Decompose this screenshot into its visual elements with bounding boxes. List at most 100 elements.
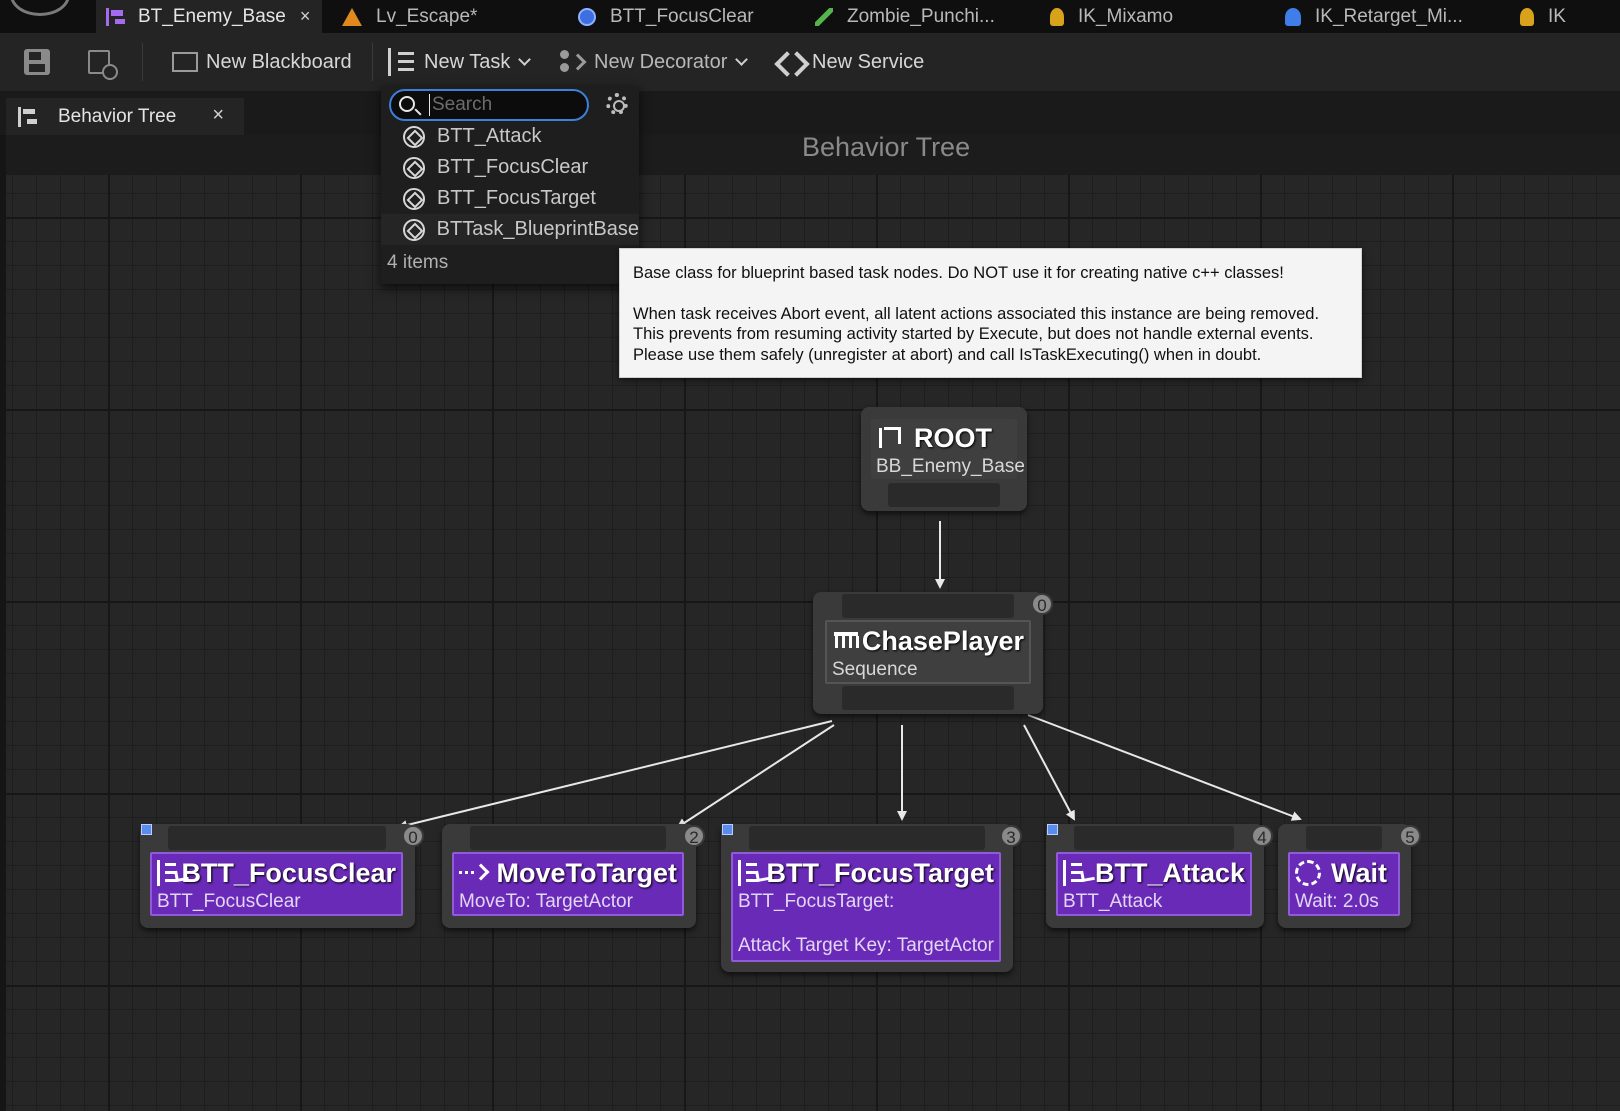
input-pin[interactable]	[470, 826, 666, 850]
menu-item-label: BTT_FocusClear	[437, 156, 589, 178]
ik-retargeter-icon	[1285, 7, 1301, 26]
search-input[interactable]	[429, 94, 579, 116]
input-pin[interactable]	[1074, 826, 1234, 850]
document-tab-bar: BT_Enemy_Base × Lv_Escape* BTT_FocusClea…	[0, 0, 1620, 33]
browse-icon	[88, 50, 118, 80]
chevron-down-icon	[735, 52, 749, 66]
menu-item-btt-attack[interactable]: BTT_Attack	[381, 121, 639, 152]
new-task-dropdown: BTT_Attack BTT_FocusClear BTT_FocusTarge…	[381, 86, 639, 284]
behavior-tree-icon	[106, 7, 125, 26]
toolbar: New Blackboard New Task New Decorator Ne…	[0, 33, 1620, 91]
engine-logo[interactable]	[10, 0, 70, 16]
movetotarget-node-body: MoveToTarget MoveTo: TargetActor	[452, 852, 684, 916]
root-node-body: ROOT BB_Enemy_Base	[871, 419, 1025, 479]
task-icon	[388, 48, 416, 76]
blueprint-flag-icon	[722, 824, 733, 835]
task-icon	[157, 860, 177, 886]
wait-icon	[1295, 860, 1321, 886]
execution-index-badge: 3	[1000, 825, 1022, 847]
search-icon	[399, 96, 415, 112]
new-task-button[interactable]: New Task	[388, 33, 532, 91]
blueprint-class-icon	[403, 218, 425, 241]
save-button[interactable]	[24, 33, 58, 91]
wait-node[interactable]: 5 Wait Wait: 2.0s	[1278, 824, 1421, 928]
menu-item-btt-focusclear[interactable]: BTT_FocusClear	[381, 152, 639, 183]
blueprint-flag-icon	[141, 824, 152, 835]
root-icon	[876, 425, 904, 451]
search-box[interactable]	[389, 89, 589, 121]
toolbar-divider	[142, 43, 143, 81]
execution-index-badge: 5	[1399, 825, 1421, 847]
focusclear-title: BTT_FocusClear	[181, 858, 396, 888]
new-decorator-button[interactable]: New Decorator	[558, 33, 749, 91]
settings-gear-icon[interactable]	[606, 93, 628, 115]
decorator-icon	[558, 48, 586, 76]
panel-tab-label: Behavior Tree	[58, 105, 177, 127]
graph-title: Behavior Tree	[802, 132, 971, 162]
new-blackboard-button[interactable]: New Blackboard	[172, 33, 352, 91]
doc-tab-ik-retarget[interactable]: IK_Retarget_Mi...	[1285, 0, 1463, 33]
node-title: MoveToTarget	[459, 856, 677, 890]
blueprint-class-icon	[403, 125, 425, 148]
btt-attack-node[interactable]: 4 BTT_Attack BTT_Attack	[1046, 824, 1273, 928]
node-title: ROOT	[876, 421, 1012, 455]
blueprint-class-icon	[403, 156, 425, 179]
focustarget-title: BTT_FocusTarget	[766, 858, 994, 888]
doc-tab-bt-enemy-base[interactable]: BT_Enemy_Base ×	[96, 0, 323, 33]
new-service-button[interactable]: New Service	[776, 33, 924, 91]
tooltip-line: When task receives Abort event, all late…	[633, 304, 1320, 323]
input-pin[interactable]	[168, 826, 386, 850]
chaseplayer-title: ChasePlayer	[861, 626, 1024, 656]
animation-icon	[815, 7, 833, 26]
btt-focustarget-node-body: BTT_FocusTarget BTT_FocusTarget: Attack …	[731, 852, 1001, 962]
input-pin[interactable]	[1306, 826, 1382, 850]
btt-focusclear-node[interactable]: 0 BTT_FocusClear BTT_FocusClear	[140, 824, 424, 928]
execution-index-badge: 0	[402, 825, 424, 847]
chaseplayer-node[interactable]: 0 ChasePlayer Sequence	[813, 592, 1053, 714]
node-title: BTT_FocusTarget	[738, 856, 994, 890]
btt-focustarget-node[interactable]: 3 BTT_FocusTarget BTT_FocusTarget: Attac…	[721, 824, 1022, 972]
wire-chase-to-focusclear	[397, 720, 833, 830]
menu-item-bttask-blueprintbase[interactable]: BTTask_BlueprintBase	[381, 214, 639, 245]
new-blackboard-label: New Blackboard	[206, 50, 352, 73]
doc-tab-lv-escape[interactable]: Lv_Escape*	[342, 0, 477, 33]
wire-chase-to-wait	[1027, 714, 1302, 821]
blueprint-flag-icon	[1047, 824, 1058, 835]
menu-item-label: BTT_FocusTarget	[437, 187, 596, 209]
doc-tab-zombie-punching[interactable]: Zombie_Punchi...	[815, 0, 995, 33]
root-node[interactable]: ROOT BB_Enemy_Base	[861, 407, 1027, 511]
blueprint-class-icon	[403, 187, 425, 210]
output-pin[interactable]	[888, 483, 1000, 507]
menu-item-btt-focustarget[interactable]: BTT_FocusTarget	[381, 183, 639, 214]
browse-button[interactable]	[88, 33, 118, 91]
item-count: 4 items	[387, 252, 449, 273]
doc-tab-label: BT_Enemy_Base	[138, 5, 286, 27]
focustarget-detail: Attack Target Key: TargetActor	[738, 935, 994, 956]
wait-subtitle: Wait: 2.0s	[1295, 891, 1379, 912]
chaseplayer-node-body: ChasePlayer Sequence	[825, 620, 1031, 684]
new-decorator-label: New Decorator	[594, 50, 728, 73]
new-service-label: New Service	[812, 50, 925, 73]
execution-index-badge: 0	[1031, 593, 1053, 615]
menu-item-label: BTT_Attack	[437, 125, 542, 147]
doc-tab-ik-mixamo[interactable]: IK_Mixamo	[1050, 0, 1173, 33]
close-icon[interactable]: ×	[300, 6, 311, 27]
output-pin[interactable]	[842, 686, 1014, 710]
close-icon[interactable]: ×	[212, 104, 224, 127]
root-subtitle: BB_Enemy_Base	[876, 456, 1025, 477]
moveto-title: MoveToTarget	[496, 858, 677, 888]
focustarget-subtitle: BTT_FocusTarget:	[738, 891, 895, 912]
level-icon	[342, 7, 362, 26]
doc-tab-ik[interactable]: IK	[1520, 0, 1566, 33]
tab-behavior-tree[interactable]: Behavior Tree ×	[6, 98, 244, 135]
task-icon	[1063, 860, 1085, 886]
node-title: Wait	[1295, 856, 1393, 890]
input-pin[interactable]	[749, 826, 985, 850]
menu-item-label: BTTask_BlueprintBase	[436, 218, 639, 240]
movetotarget-node[interactable]: 2 MoveToTarget MoveTo: TargetActor	[442, 824, 705, 928]
behavior-tree-icon	[18, 106, 38, 127]
ik-rig-icon	[1520, 7, 1534, 26]
tooltip-line: Base class for blueprint based task node…	[633, 264, 1284, 282]
input-pin[interactable]	[842, 594, 1014, 618]
doc-tab-btt-focusclear[interactable]: BTT_FocusClear	[578, 0, 754, 33]
